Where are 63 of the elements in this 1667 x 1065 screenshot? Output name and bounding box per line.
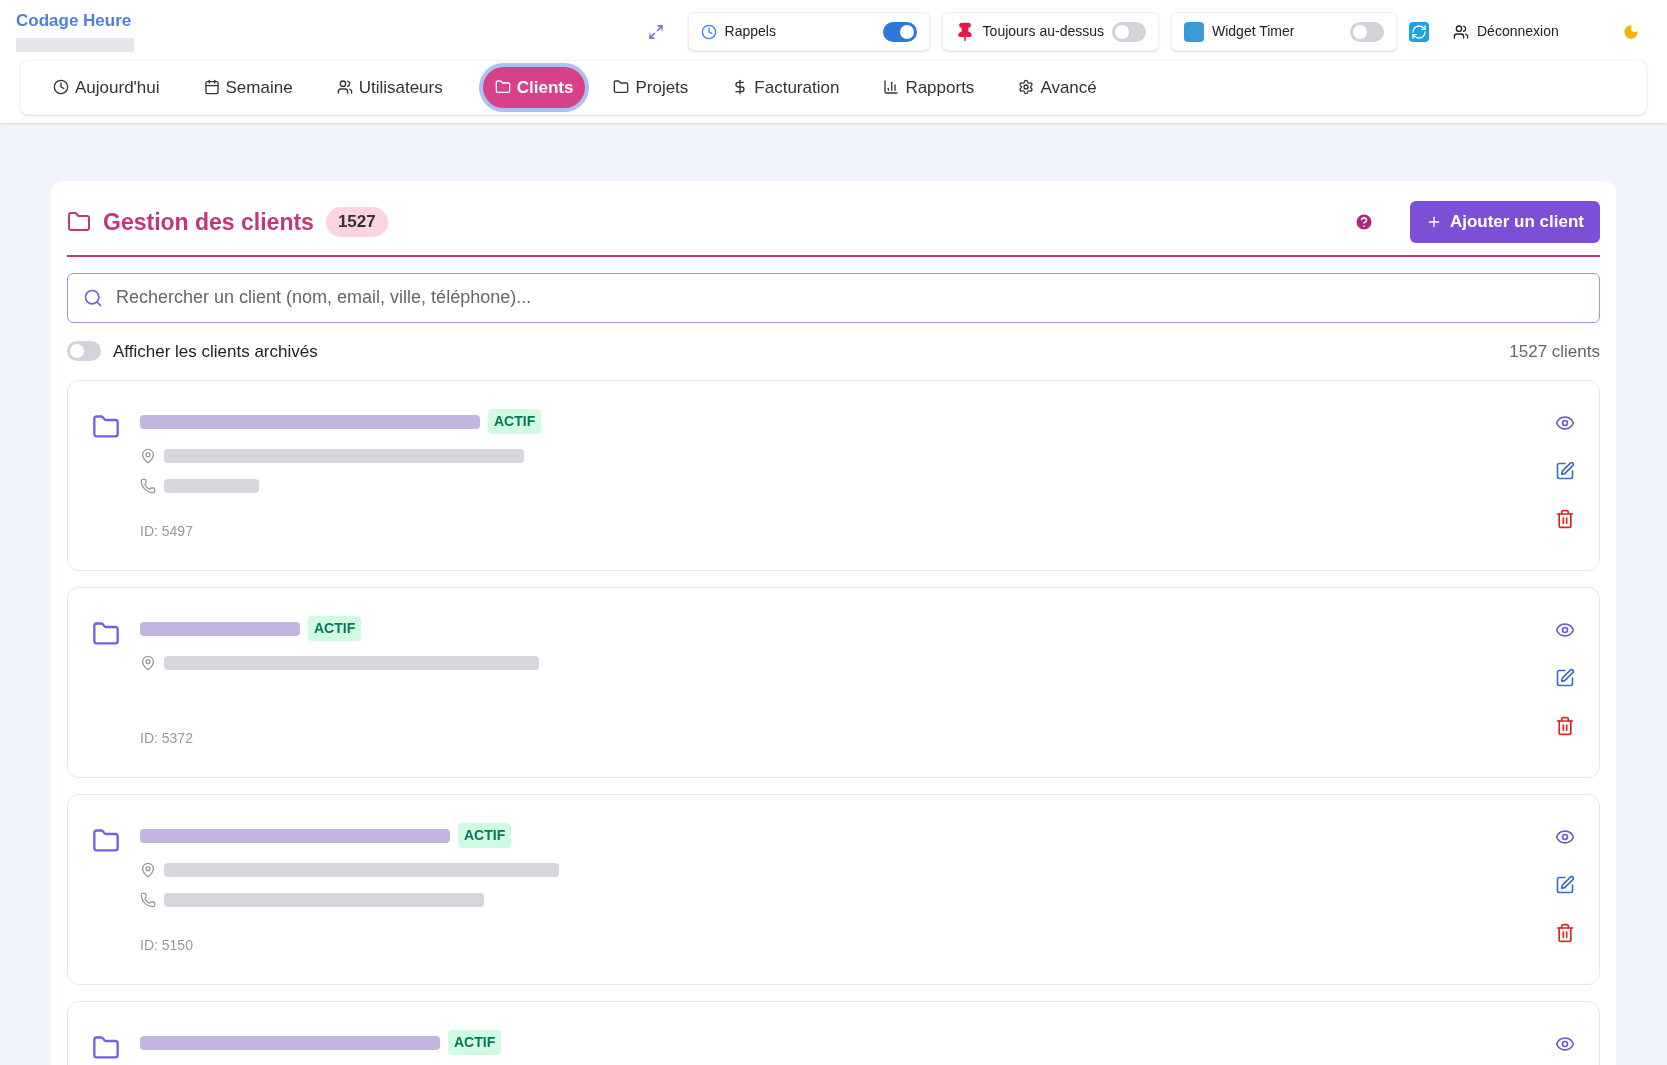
- widget-icon: [1184, 21, 1204, 42]
- view-icon[interactable]: [1555, 620, 1575, 640]
- help-icon[interactable]: [1353, 211, 1374, 232]
- phone-icon: [140, 478, 156, 494]
- toggle-switch[interactable]: [1350, 21, 1384, 42]
- view-icon[interactable]: [1555, 1034, 1575, 1054]
- folder-icon: [92, 827, 120, 855]
- delete-icon[interactable]: [1555, 716, 1575, 736]
- toggle-label: Rappels: [724, 22, 777, 41]
- status-badge: ACTIF: [448, 1030, 502, 1055]
- location-icon: [140, 448, 156, 464]
- status-badge: ACTIF: [308, 616, 362, 641]
- folder-icon: [494, 79, 511, 96]
- toggle-switch[interactable]: [1112, 21, 1146, 42]
- search-icon: [83, 287, 103, 308]
- toggle-label: Afficher les clients archivés: [113, 340, 318, 363]
- folder-icon: [67, 209, 91, 234]
- users-icon: [1453, 23, 1469, 40]
- expand-icon[interactable]: [647, 23, 664, 40]
- clock-icon: [53, 79, 69, 96]
- client-id: ID: 5497: [140, 522, 194, 541]
- status-badge: ACTIF: [458, 823, 512, 848]
- delete-icon[interactable]: [1555, 509, 1575, 529]
- edit-icon[interactable]: [1555, 668, 1575, 688]
- phone-icon: [140, 892, 156, 908]
- nav-tab[interactable]: Avancé: [1006, 66, 1109, 108]
- nav-tab[interactable]: Projets: [601, 66, 701, 108]
- location-icon: [140, 862, 156, 878]
- client-total: 1527 clients: [1509, 340, 1600, 363]
- count-badge: 1527: [325, 207, 388, 237]
- toggle-label: Widget Timer: [1212, 22, 1296, 41]
- status-badge: ACTIF: [488, 409, 542, 434]
- nav-tab[interactable]: Rapports: [871, 66, 987, 108]
- bar-chart-icon: [883, 79, 900, 96]
- location-icon: [140, 655, 156, 671]
- folder-icon: [92, 1034, 120, 1062]
- delete-icon[interactable]: [1555, 923, 1575, 943]
- panel-title: Gestion des clients: [103, 207, 314, 237]
- refresh-icon[interactable]: [1409, 21, 1429, 42]
- folder-icon: [92, 413, 120, 441]
- folder-icon: [613, 79, 630, 96]
- logout-button[interactable]: Déconnexion: [1441, 13, 1611, 50]
- nav-tab[interactable]: Aujourd'hui: [41, 66, 172, 108]
- edit-icon[interactable]: [1555, 461, 1575, 481]
- nav-tab[interactable]: Facturation: [720, 66, 852, 108]
- app-title: Codage Heure: [16, 10, 133, 32]
- folder-icon: [92, 620, 120, 648]
- calendar-icon: [203, 79, 220, 96]
- users-icon: [336, 79, 353, 96]
- edit-icon[interactable]: [1555, 875, 1575, 895]
- settings-icon: [1018, 79, 1035, 96]
- add-client-button[interactable]: Ajouter un client: [1409, 201, 1600, 243]
- toggle-switch[interactable]: [67, 341, 101, 362]
- view-icon[interactable]: [1555, 827, 1575, 847]
- search-field[interactable]: Rechercher un client (nom, email, ville, téléphone)...: [67, 272, 1600, 323]
- client-id: ID: 5372: [140, 729, 194, 748]
- nav-tab[interactable]: Utilisateurs: [324, 66, 455, 108]
- toggle-switch[interactable]: [882, 21, 917, 42]
- view-icon[interactable]: [1555, 413, 1575, 433]
- toggle-label: Toujours au-dessus: [982, 22, 1104, 41]
- clock-icon: [700, 23, 717, 40]
- nav-tab[interactable]: Semaine: [191, 66, 305, 108]
- client-id: ID: 5150: [140, 936, 194, 955]
